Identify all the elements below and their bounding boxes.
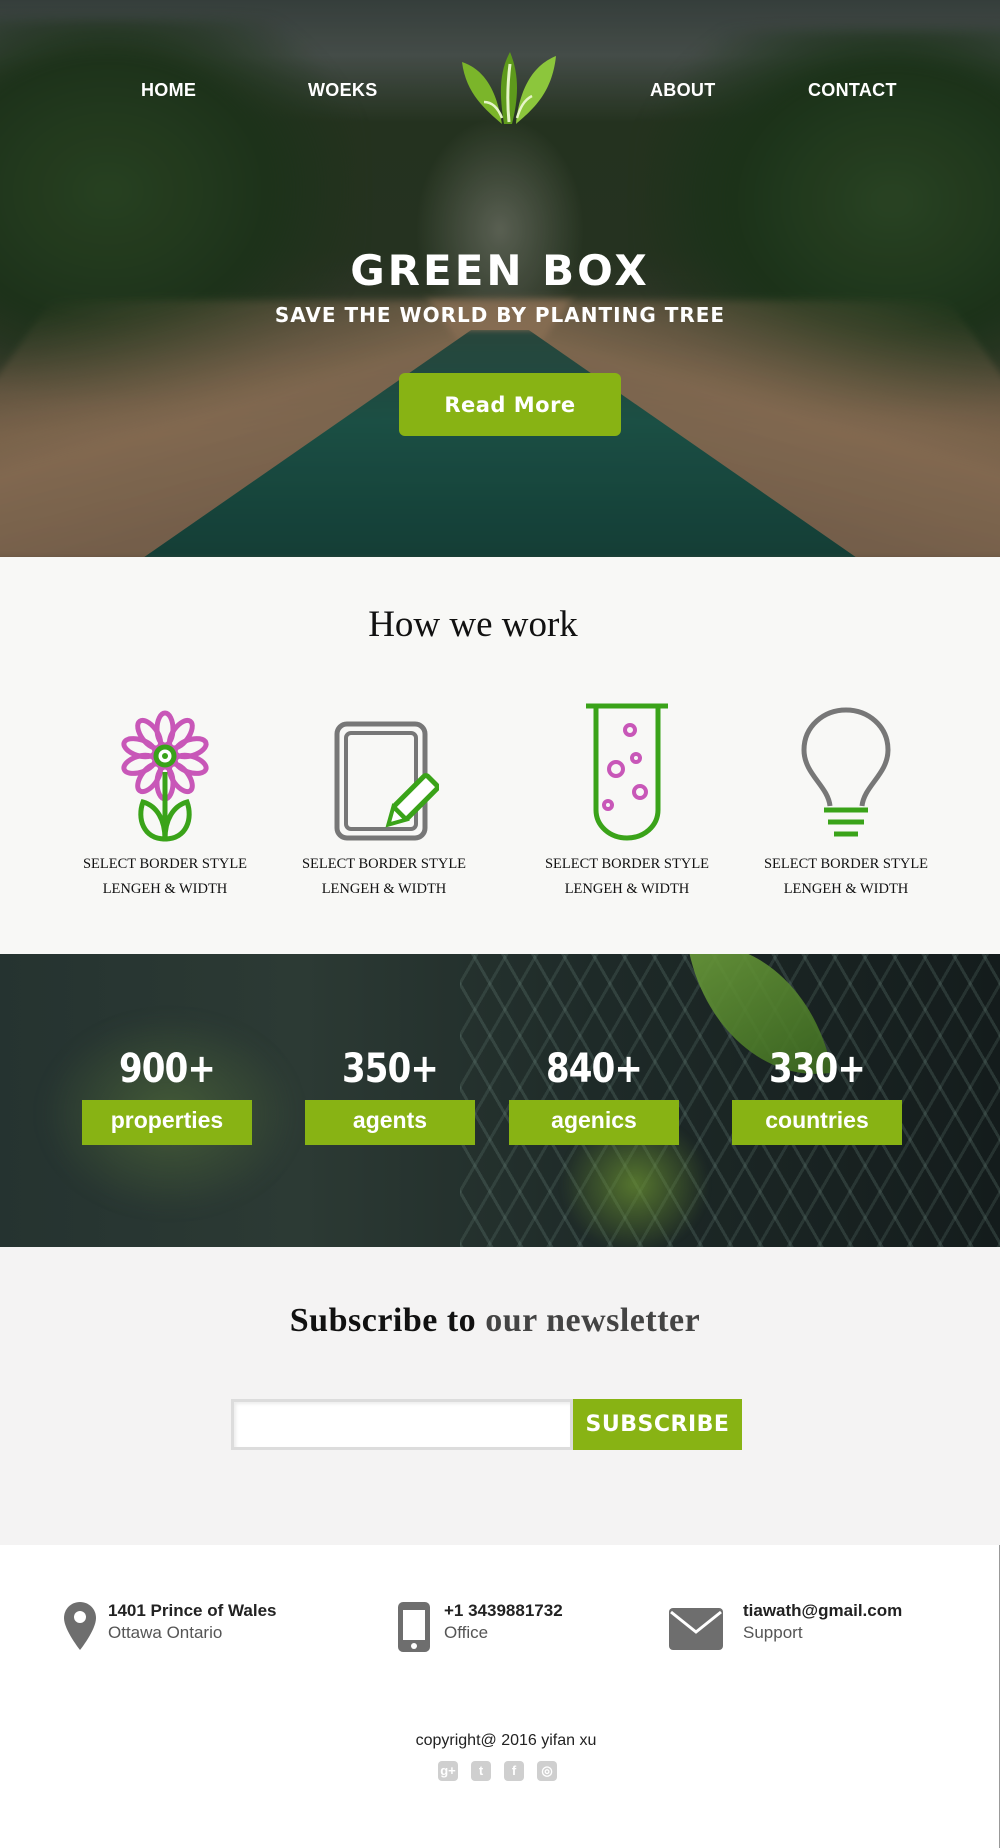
feature-item: SELECT BORDER STYLE LENGEH & WIDTH (65, 702, 265, 902)
how-we-work-section: How we work SELECT BORDER STYLE LENGEH &… (0, 557, 1000, 954)
stat-item: 840+ agenics (509, 1046, 679, 1145)
contact-phone: +1 3439881732 Office (398, 1600, 563, 1652)
newsletter-title-part1: Subscribe to (289, 1302, 477, 1339)
nav-contact-link[interactable]: CONTACT (808, 80, 897, 101)
stat-number: 900+ (118, 1046, 216, 1092)
how-we-work-title: How we work (368, 604, 578, 645)
nav-home-link[interactable]: HOME (141, 80, 196, 101)
feature-item: SELECT BORDER STYLE LENGEH & WIDTH (527, 702, 727, 902)
google-plus-icon[interactable]: g+ (438, 1761, 458, 1781)
read-more-button[interactable]: Read More (399, 373, 621, 436)
phone-icon (398, 1602, 430, 1652)
newsletter-email-input[interactable] (231, 1399, 573, 1450)
stat-label: countries (732, 1100, 902, 1145)
email-label: Support (743, 1623, 803, 1642)
stat-label: agents (305, 1100, 475, 1145)
newsletter-title: Subscribe to our newsletter (0, 1302, 990, 1340)
feature-text: SELECT BORDER STYLE LENGEH & WIDTH (763, 856, 929, 897)
stat-item: 350+ agents (305, 1046, 475, 1145)
map-pin-icon (64, 1602, 96, 1650)
stat-number: 330+ (768, 1046, 866, 1092)
test-tube-icon (586, 703, 668, 841)
copyright-text: copyright@ 2016 yifan xu (415, 1732, 597, 1749)
stat-number: 840+ (545, 1046, 643, 1092)
nav-about-link[interactable]: ABOUT (650, 80, 716, 101)
phone-label: Office (444, 1623, 489, 1642)
newsletter-section: Subscribe to our newsletter SUBSCRIBE (0, 1247, 1000, 1545)
stat-number: 350+ (341, 1046, 439, 1092)
feature-text: SELECT BORDER STYLE LENGEH & WIDTH (301, 856, 467, 897)
twitter-icon[interactable]: t (471, 1761, 491, 1781)
instagram-icon[interactable]: ◎ (537, 1761, 557, 1781)
newsletter-title-part2: our newsletter (485, 1302, 701, 1339)
feature-item: SELECT BORDER STYLE LENGEH & WIDTH (284, 702, 484, 902)
stat-item: 330+ countries (732, 1046, 902, 1145)
email-address[interactable]: tiawath@gmail.com (743, 1600, 902, 1622)
feature-text: SELECT BORDER STYLE LENGEH & WIDTH (544, 856, 710, 897)
contact-email: tiawath@gmail.com Support (669, 1600, 902, 1650)
social-links: g+ t f ◎ (438, 1761, 557, 1781)
footer: 1401 Prince of Wales Ottawa Ontario +1 3… (0, 1545, 1000, 1848)
nav-works-link[interactable]: WOEKS (308, 80, 378, 101)
contact-address: 1401 Prince of Wales Ottawa Ontario (64, 1600, 277, 1650)
phone-number[interactable]: +1 3439881732 (444, 1600, 563, 1622)
hero-section: HOME WOEKS ABOUT CONTACT GREEN BOX SAVE … (0, 0, 1000, 557)
hero-subtitle: SAVE THE WORLD BY PLANTING TREE (274, 303, 726, 327)
stat-label: properties (82, 1100, 252, 1145)
stat-label: agenics (509, 1100, 679, 1145)
hero-title: GREEN BOX (350, 246, 650, 295)
feature-text: SELECT BORDER STYLE LENGEH & WIDTH (82, 856, 248, 897)
flower-icon (121, 710, 209, 842)
address-line2: Ottawa Ontario (108, 1623, 223, 1642)
envelope-icon (669, 1608, 723, 1650)
light-bulb-icon (801, 707, 891, 837)
notepad-pencil-icon (334, 721, 439, 841)
stats-section: 900+ properties 350+ agents 840+ agenics… (0, 954, 1000, 1247)
address-line1: 1401 Prince of Wales (108, 1601, 277, 1620)
stat-item: 900+ properties (82, 1046, 252, 1145)
leaf-logo-icon[interactable] (462, 50, 556, 126)
facebook-icon[interactable]: f (504, 1761, 524, 1781)
subscribe-button[interactable]: SUBSCRIBE (573, 1399, 742, 1450)
feature-item: SELECT BORDER STYLE LENGEH & WIDTH (746, 702, 946, 902)
